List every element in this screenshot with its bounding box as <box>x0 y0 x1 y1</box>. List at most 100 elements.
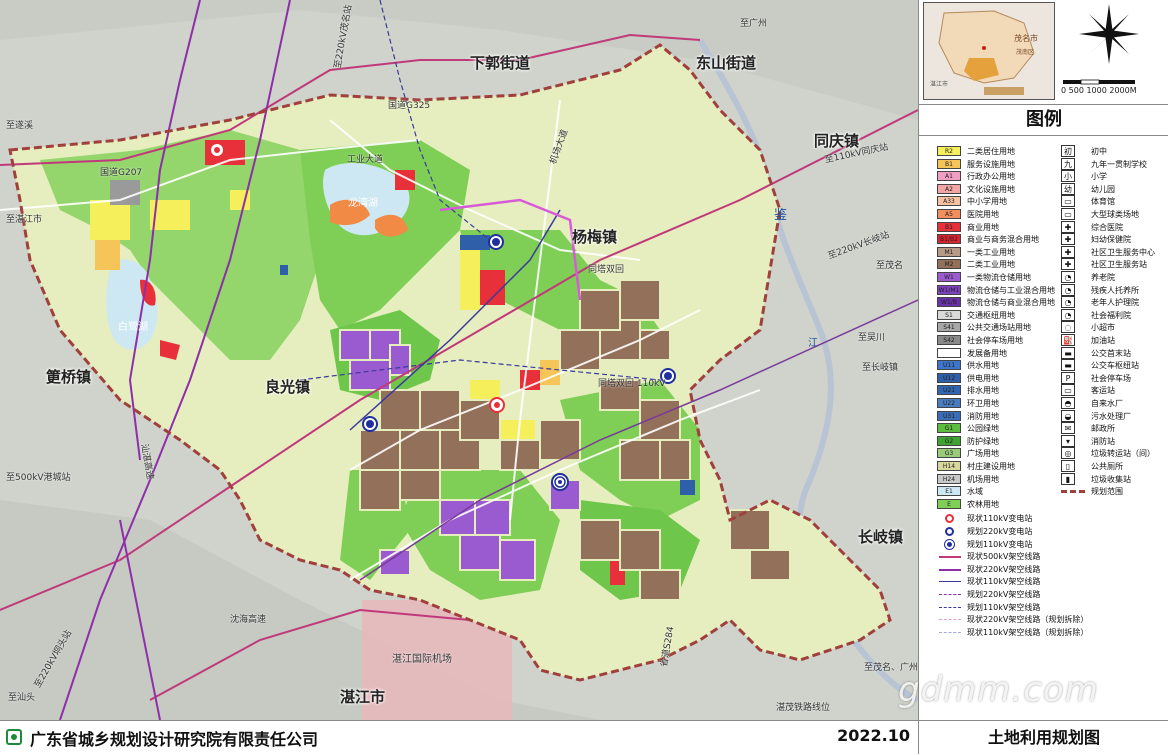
legend-label: 规划110kV架空线路 <box>967 602 1041 612</box>
map-title: 土地利用规划图 <box>919 720 1168 755</box>
legend-label: 供电用地 <box>967 373 999 383</box>
legend-swatch: W1 <box>937 272 961 282</box>
legend-label: 公共交通场站用地 <box>967 323 1031 333</box>
facility-icon: 小 <box>1061 170 1075 183</box>
map-date: 2022.10 <box>837 726 910 745</box>
scale-bar <box>1063 79 1135 85</box>
legend-swatch: A5 <box>937 209 961 219</box>
facility-icon: ▭ <box>1061 195 1075 208</box>
legend-swatch: M1 <box>937 246 961 257</box>
legend-label: 供水用地 <box>967 361 999 371</box>
road-label-g207: 国道G207 <box>100 168 143 178</box>
legend-label: 妇幼保健院 <box>1091 235 1131 245</box>
legend-label: 社会福利院 <box>1091 310 1131 320</box>
legend-label: 养老院 <box>1091 273 1115 282</box>
legend-label: 二类居住用地 <box>967 147 1015 156</box>
facility-icon: ▭ <box>1061 384 1075 397</box>
legend-label: 一类工业用地 <box>967 247 1015 257</box>
facility-icon: ▬ <box>1061 359 1075 372</box>
road-label-to-wuchuan: 至吴川 <box>858 333 886 343</box>
legend-label: 公园绿地 <box>967 424 999 434</box>
legend-swatch: W1/B <box>937 297 961 308</box>
legend-label: 物流仓储与工业混合用地 <box>967 285 1055 295</box>
legend-label: 规划110kV变电站 <box>967 539 1033 549</box>
facility-icon: ◒ <box>1061 409 1075 422</box>
legend-swatch: G1 <box>937 423 961 434</box>
legend-title: 图例 <box>919 104 1168 136</box>
road-label-shenhai: 沈海高速 <box>230 615 267 625</box>
locator-map: 茂名市 茂南区 湛江市 <box>923 2 1055 100</box>
legend-swatch: S1 <box>937 309 961 320</box>
legend-label: 加油站 <box>1091 336 1115 345</box>
legend-label: 发展备用地 <box>967 348 1007 358</box>
legend-label: 行政办公用地 <box>967 172 1015 182</box>
road-label-to-suixi: 至遂溪 <box>6 121 34 131</box>
legend-label: 服务设施用地 <box>967 159 1015 169</box>
legend-swatch: H14 <box>937 461 961 471</box>
legend-label: 村庄建设用地 <box>967 462 1015 471</box>
legend-label: 九年一贯制学校 <box>1091 159 1147 169</box>
facility-icon: ✉ <box>1061 422 1075 435</box>
town-label-zhanjiang: 湛江市 <box>340 688 386 706</box>
legend-swatch: E <box>937 498 961 509</box>
legend-swatch: M2 <box>937 259 961 270</box>
legend-label: 公共厕所 <box>1091 462 1123 471</box>
legend-label: 排水用地 <box>967 386 999 396</box>
facility-icon <box>1061 490 1085 494</box>
legend-label: 公交首末站 <box>1091 348 1131 358</box>
legend-label: 机场用地 <box>967 474 999 484</box>
facility-icon: ✚ <box>1061 233 1075 246</box>
legend-label: 现状110kV架空线路 <box>967 577 1041 587</box>
road-label-tongta: 同塔双回 <box>588 265 625 275</box>
watermark: gdmm.com <box>898 670 1099 710</box>
legend-label: 规划220kV变电站 <box>967 527 1033 536</box>
substation-icon <box>945 527 954 536</box>
road-label-to-shantou: 至汕头 <box>8 693 36 703</box>
road-label-gongye: 工业大道 <box>347 155 384 165</box>
legend-label: 幼儿园 <box>1091 184 1115 194</box>
powerline-icon <box>939 581 961 583</box>
legend-label: 交通枢纽用地 <box>967 310 1015 320</box>
legend-label: 客运站 <box>1091 386 1115 396</box>
road-label-g325: 国道G325 <box>388 101 431 111</box>
lake-label-longwan: 龙湾湖 <box>348 198 378 209</box>
facility-icon: ▮ <box>1061 472 1075 485</box>
legend-label: 社会停车场用地 <box>967 336 1023 345</box>
legend-label: 现状110kV架空线路（规划拆除） <box>967 627 1089 637</box>
legend-label: 垃圾收集站 <box>1091 474 1131 484</box>
road-label-to-changqi: 至长岐镇 <box>862 363 899 373</box>
facility-icon: P <box>1061 371 1075 384</box>
legend-panel: 茂名市 茂南区 湛江市 0 500 1000 2000M 图例 土地利用规划图 … <box>918 0 1168 754</box>
powerline-icon <box>939 594 961 595</box>
legend-label: 环卫用地 <box>967 399 999 408</box>
town-label-yangmei: 杨梅镇 <box>572 228 618 246</box>
powerline-icon <box>939 556 961 559</box>
powerline-icon <box>939 606 961 608</box>
legend-label: 现状500kV架空线路 <box>967 552 1041 562</box>
powerline-icon <box>939 619 961 621</box>
legend-label: 物流仓储与商业混合用地 <box>967 298 1055 308</box>
footer-bar: 广东省城乡规划设计研究院有限责任公司 2022.10 <box>0 720 918 755</box>
locator-neighbor: 湛江市 <box>930 81 949 88</box>
land-use-map[interactable]: 下郭街道 东山街道 同庆镇 杨梅镇 良光镇 筻桥镇 长岐镇 湛江市 国道G207… <box>0 0 918 720</box>
legend-label: 农林用地 <box>967 499 999 509</box>
legend-swatch: S42 <box>937 335 961 345</box>
facility-icon: ◌ <box>1061 321 1075 334</box>
legend-label: 规划范围 <box>1091 487 1123 497</box>
legend-label: 水域 <box>967 487 983 497</box>
locator-district: 茂南区 <box>1016 49 1035 56</box>
facility-icon: ◓ <box>1061 397 1075 409</box>
legend-label: 规划220kV架空线路 <box>967 590 1041 599</box>
legend-swatch: U12 <box>937 372 961 383</box>
water-label: 江 <box>808 338 818 349</box>
legend-label: 现状110kV变电站 <box>967 514 1033 524</box>
road-label-to-maoming: 至茂名 <box>876 261 904 271</box>
scale-label: 0 500 1000 2000M <box>1061 86 1137 95</box>
legend-swatch: W1/M1 <box>937 284 961 295</box>
legend-label: 消防用地 <box>967 411 999 421</box>
substation-icon <box>945 539 954 549</box>
facility-icon: ▾ <box>1061 434 1075 447</box>
legend-swatch: E1 <box>937 486 961 497</box>
facility-icon: ✚ <box>1061 220 1075 233</box>
facility-icon: ◔ <box>1061 283 1075 296</box>
